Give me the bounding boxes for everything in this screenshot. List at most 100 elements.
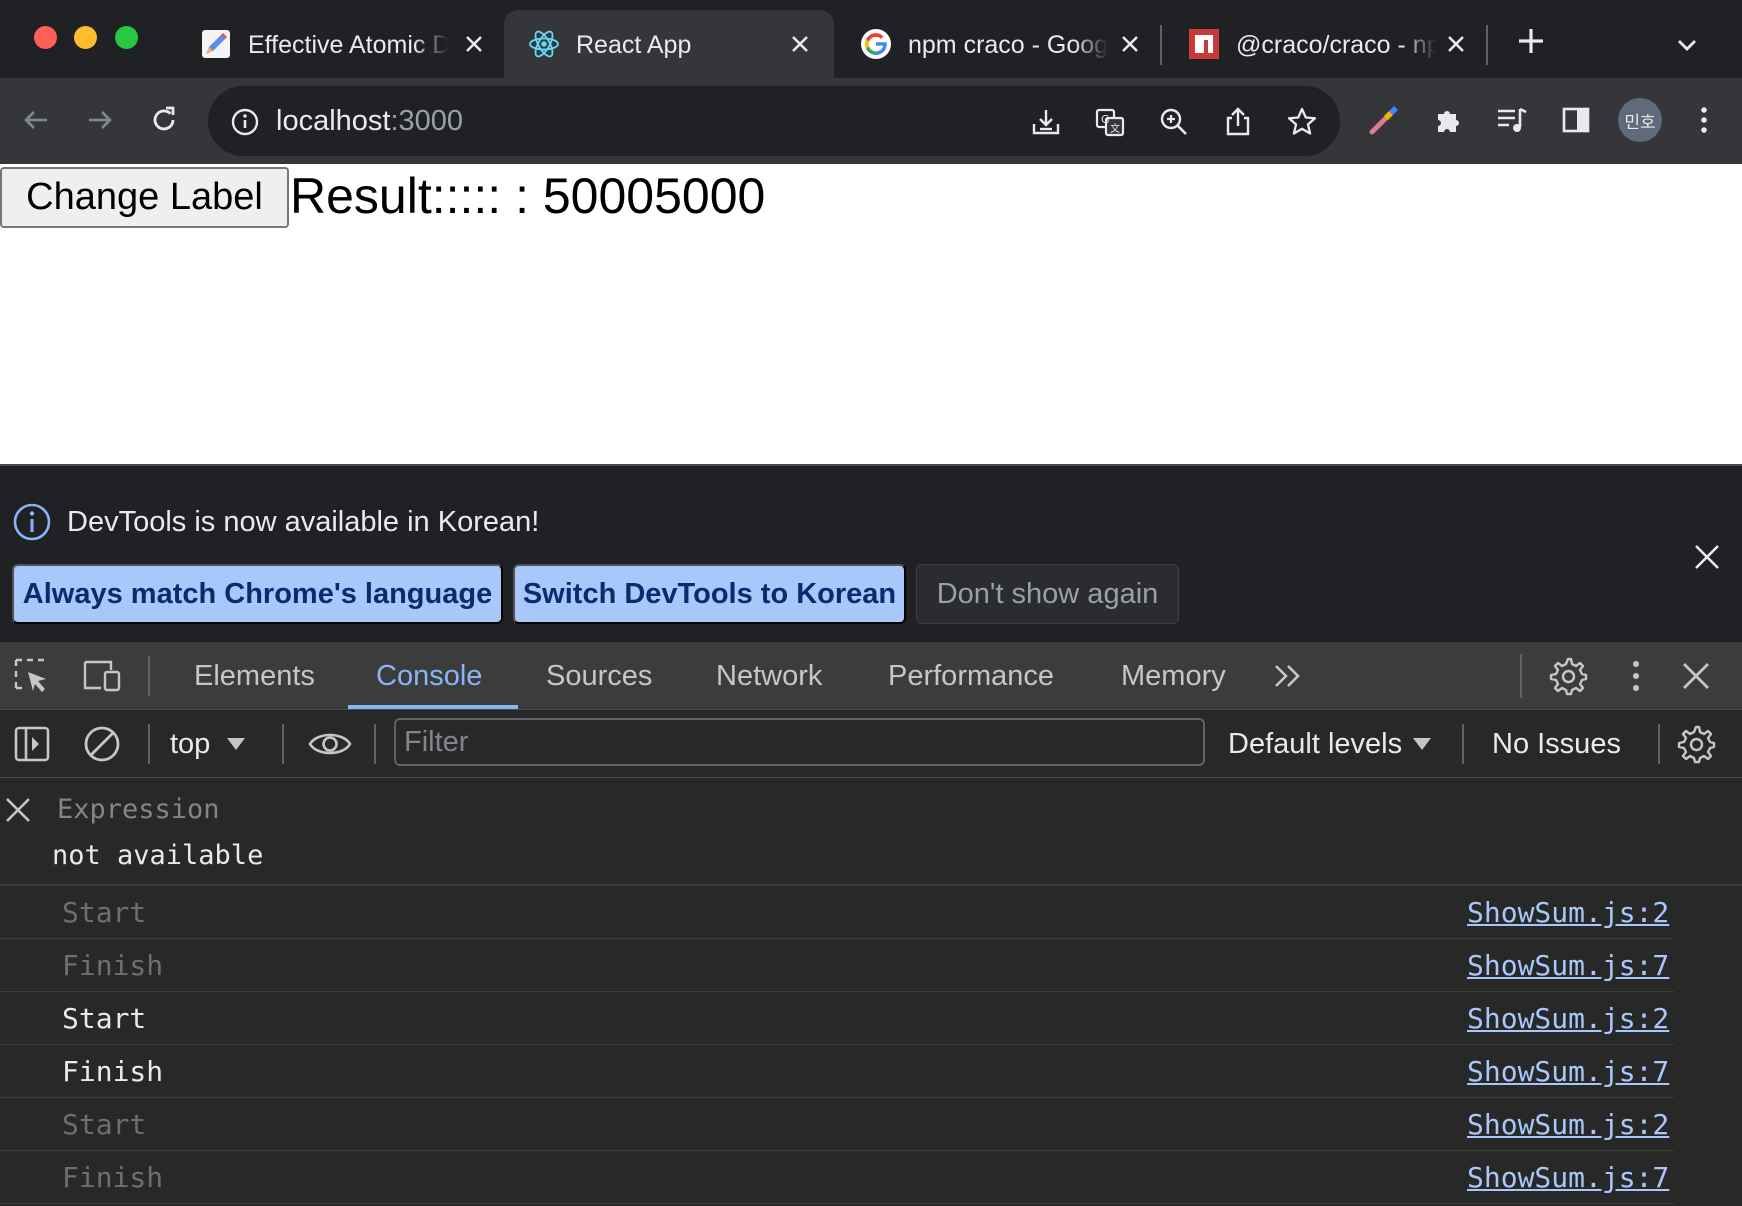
extension-eyedropper-icon[interactable]	[1364, 100, 1404, 140]
log-source-link[interactable]: ShowSum.js:2	[1467, 1003, 1669, 1035]
settings-gear-icon[interactable]	[1546, 654, 1590, 698]
log-levels-dropdown[interactable]: Default levels	[1228, 724, 1432, 764]
svg-text:文: 文	[1110, 122, 1120, 135]
install-app-icon[interactable]	[1030, 106, 1062, 138]
back-button[interactable]	[16, 100, 56, 140]
clear-console-icon[interactable]	[80, 722, 124, 766]
log-source-link[interactable]: ShowSum.js:7	[1467, 1162, 1669, 1194]
browser-tab[interactable]: Effective Atomic Design	[176, 10, 496, 78]
minimize-window-button[interactable]	[74, 26, 97, 49]
console-message: Start ShowSum.js:2	[0, 1098, 1674, 1151]
fullscreen-window-button[interactable]	[115, 26, 138, 49]
react-icon	[528, 28, 560, 60]
close-devtools-icon[interactable]	[1674, 654, 1718, 698]
sidebar-toggle-icon[interactable]	[10, 722, 54, 766]
match-chrome-language-button[interactable]: Always match Chrome's language	[12, 564, 503, 624]
zoom-icon[interactable]	[1158, 106, 1190, 138]
inspect-element-icon[interactable]	[10, 654, 54, 698]
devtools-panel: DevTools is now available in Korean! Alw…	[0, 464, 1742, 1206]
log-message: Finish	[62, 949, 164, 982]
star-bookmark-icon[interactable]	[1286, 106, 1318, 138]
translate-icon[interactable]: G文	[1094, 106, 1126, 138]
arrow-left-icon	[24, 111, 47, 129]
more-vertical-icon[interactable]	[1614, 654, 1658, 698]
reload-icon	[153, 106, 175, 131]
url-text[interactable]: localhost:3000	[276, 104, 463, 138]
dropdown-triangle-icon	[1413, 738, 1432, 750]
tab-sources[interactable]: Sources	[546, 642, 652, 710]
console-log-list: Start ShowSum.js:2 Finish ShowSum.js:7 S…	[0, 886, 1742, 1204]
devtools-tabbar: Elements Console Sources Network Perform…	[0, 642, 1742, 710]
address-bar[interactable]: localhost:3000 G文	[208, 86, 1340, 156]
result-text: Result::::: : 50005000	[290, 168, 766, 224]
edit-pencil-icon	[200, 28, 232, 60]
device-toolbar-icon[interactable]	[80, 654, 124, 698]
dont-show-again-button[interactable]: Don't show again	[916, 564, 1179, 624]
context-select-value: top	[170, 728, 211, 760]
close-icon[interactable]	[1692, 542, 1722, 572]
browser-tab[interactable]: npm craco - Google Search	[836, 10, 1156, 78]
console-message: Finish ShowSum.js:7	[0, 939, 1674, 992]
switch-to-korean-button[interactable]: Switch DevTools to Korean	[513, 564, 906, 624]
info-icon	[12, 502, 52, 542]
tab-network[interactable]: Network	[716, 642, 822, 710]
plus-icon[interactable]	[1514, 24, 1548, 58]
profile-avatar[interactable]: 민호	[1618, 98, 1662, 142]
log-message: Finish	[62, 1055, 164, 1088]
tab-elements[interactable]: Elements	[194, 642, 315, 710]
console-message: Finish ShowSum.js:7	[0, 1151, 1674, 1204]
active-tab-indicator	[348, 705, 518, 709]
log-source-link[interactable]: ShowSum.js:7	[1467, 950, 1669, 982]
side-panel-icon[interactable]	[1556, 100, 1596, 140]
tab-console[interactable]: Console	[376, 642, 482, 710]
log-levels-label: Default levels	[1228, 728, 1403, 760]
reload-button[interactable]	[144, 100, 184, 140]
browser-toolbar: localhost:3000 G文 민호	[0, 78, 1742, 164]
language-infobar: DevTools is now available in Korean! Alw…	[0, 466, 1742, 642]
log-message: Start	[62, 1002, 147, 1035]
info-icon[interactable]	[230, 107, 260, 137]
page-viewport: Change Label Result::::: : 50005000	[0, 164, 1742, 464]
issues-counter[interactable]: No Issues	[1492, 724, 1621, 764]
share-icon[interactable]	[1222, 106, 1254, 138]
npm-icon	[1188, 28, 1220, 60]
console-message: Start ShowSum.js:2	[0, 992, 1674, 1045]
log-source-link[interactable]: ShowSum.js:7	[1467, 1056, 1669, 1088]
console-filter-input[interactable]	[394, 718, 1205, 766]
media-control-icon[interactable]	[1492, 100, 1532, 140]
arrow-right-icon	[89, 111, 112, 129]
log-message: Start	[62, 1108, 147, 1141]
log-message: Start	[62, 896, 147, 929]
close-icon[interactable]	[460, 30, 488, 58]
change-label-button[interactable]: Change Label	[0, 167, 289, 228]
expression-input[interactable]: Expression	[57, 794, 220, 825]
console-toolbar: top Default levels No Issues	[0, 710, 1742, 778]
log-source-link[interactable]: ShowSum.js:2	[1467, 897, 1669, 929]
tab-performance[interactable]: Performance	[888, 642, 1054, 710]
forward-button[interactable]	[80, 100, 120, 140]
live-expression-eye-icon[interactable]	[306, 722, 354, 766]
close-window-button[interactable]	[34, 26, 57, 49]
extensions-puzzle-icon[interactable]	[1428, 100, 1468, 140]
context-select[interactable]: top	[170, 724, 246, 764]
dropdown-triangle-icon	[227, 738, 246, 750]
expression-result: not available	[52, 840, 264, 871]
chevron-down-icon[interactable]	[1672, 30, 1702, 60]
svg-text:G: G	[1101, 113, 1110, 126]
google-icon	[860, 28, 892, 60]
browser-tab[interactable]: @craco/craco - npm	[1164, 10, 1484, 78]
tab-memory[interactable]: Memory	[1121, 642, 1226, 710]
remove-expression-close-icon[interactable]	[4, 796, 32, 824]
close-icon[interactable]	[786, 30, 814, 58]
console-settings-gear-icon[interactable]	[1674, 722, 1718, 766]
close-icon[interactable]	[1116, 30, 1144, 58]
more-tabs-icon[interactable]	[1266, 654, 1310, 698]
close-icon[interactable]	[1442, 30, 1470, 58]
infobar-message: DevTools is now available in Korean!	[67, 506, 540, 538]
live-expression: Expression not available	[0, 778, 1742, 886]
log-source-link[interactable]: ShowSum.js:2	[1467, 1109, 1669, 1141]
more-vertical-icon[interactable]	[1684, 100, 1724, 140]
tab-strip: Effective Atomic Design React App npm cr…	[0, 0, 1742, 78]
browser-tab-active[interactable]: React App	[504, 10, 834, 78]
console-message: Finish ShowSum.js:7	[0, 1045, 1674, 1098]
